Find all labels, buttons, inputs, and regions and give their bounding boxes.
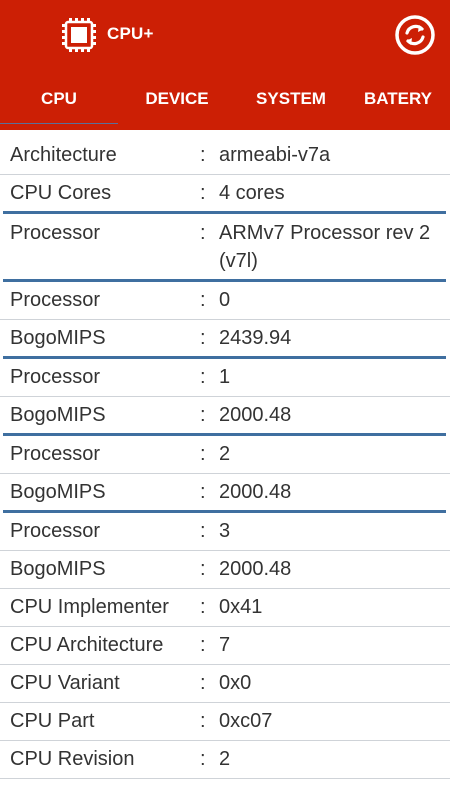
- info-separator: :: [200, 443, 206, 465]
- info-separator: :: [200, 144, 206, 166]
- info-value: 0xc07: [219, 710, 273, 732]
- info-separator: :: [200, 520, 206, 542]
- row-divider: [0, 778, 450, 779]
- info-value: 0x0: [219, 672, 252, 694]
- app-title: CPU+: [107, 24, 154, 43]
- info-row-processor-2: Processor : 2: [0, 436, 450, 473]
- info-separator: :: [200, 672, 206, 694]
- info-key: CPU Cores: [10, 182, 112, 204]
- info-key: Processor: [10, 520, 101, 542]
- info-row-bogomips-0: BogoMIPS : 2439.94: [0, 320, 450, 356]
- info-key: CPU Revision: [10, 748, 135, 770]
- tab-system[interactable]: SYSTEM: [236, 78, 346, 123]
- info-key: CPU Part: [10, 710, 95, 732]
- tab-cpu[interactable]: CPU: [0, 78, 118, 123]
- info-value: 2: [219, 443, 231, 465]
- info-separator: :: [200, 289, 206, 311]
- info-value: 2000.48: [219, 404, 292, 426]
- refresh-icon[interactable]: [393, 13, 437, 57]
- info-separator: :: [200, 634, 206, 656]
- info-value: 2439.94: [219, 327, 292, 349]
- tab-batery[interactable]: BATERY: [346, 78, 450, 123]
- info-row-bogomips-2: BogoMIPS : 2000.48: [0, 474, 450, 510]
- info-key: Processor: [10, 289, 101, 311]
- info-key: BogoMIPS: [10, 404, 106, 426]
- info-separator: :: [200, 327, 206, 349]
- info-key: BogoMIPS: [10, 327, 106, 349]
- info-row-bogomips-1: BogoMIPS : 2000.48: [0, 397, 450, 433]
- info-key: BogoMIPS: [10, 481, 106, 503]
- tab-bar-bottom-strip: [0, 124, 450, 130]
- info-row-cpu-cores: CPU Cores : 4 cores: [0, 175, 450, 211]
- info-row-processor-1: Processor : 1: [0, 359, 450, 396]
- info-value: 2: [219, 748, 231, 770]
- info-key: BogoMIPS: [10, 558, 106, 580]
- info-separator: :: [200, 596, 206, 618]
- info-value: 0: [219, 289, 231, 311]
- info-value: 2000.48: [219, 558, 292, 580]
- info-separator: :: [200, 710, 206, 732]
- chip-icon: [62, 18, 96, 52]
- info-row-processor-0: Processor : 0: [0, 282, 450, 319]
- info-row-cpu-implementer: CPU Implementer : 0x41: [0, 589, 450, 626]
- info-row-bogomips-3: BogoMIPS : 2000.48: [0, 551, 450, 588]
- info-key: CPU Architecture: [10, 634, 164, 656]
- info-row-processor-3: Processor : 3: [0, 513, 450, 550]
- info-key: Architecture: [10, 144, 117, 166]
- info-key: Processor: [10, 443, 101, 465]
- info-separator: :: [200, 366, 206, 388]
- info-separator: :: [200, 481, 206, 503]
- info-separator: :: [200, 182, 206, 204]
- info-value: 3: [219, 520, 231, 542]
- info-value: armeabi-v7a: [219, 144, 331, 166]
- info-row-cpu-part: CPU Part : 0xc07: [0, 703, 450, 740]
- info-key: Processor: [10, 222, 101, 244]
- info-value: ARMv7 Processor rev 2 (v7l): [219, 222, 431, 272]
- info-separator: :: [200, 404, 206, 426]
- tab-bar: CPU DEVICE SYSTEM BATERY: [0, 78, 450, 130]
- info-row-cpu-variant: CPU Variant : 0x0: [0, 665, 450, 702]
- info-key: Processor: [10, 366, 101, 388]
- app-bar: CPU+: [0, 0, 450, 78]
- info-row-cpu-revision: CPU Revision : 2: [0, 741, 450, 778]
- info-value: 4 cores: [219, 182, 285, 204]
- info-row-processor-name: Processor : ARMv7 Processor rev 2 (v7l): [0, 214, 450, 279]
- info-value: 2000.48: [219, 481, 292, 503]
- info-value: 1: [219, 366, 231, 388]
- info-value: 7: [219, 634, 231, 656]
- tab-device[interactable]: DEVICE: [118, 78, 236, 123]
- info-key: CPU Implementer: [10, 596, 169, 618]
- cpu-info-list: Architecture : armeabi-v7a CPU Cores : 4…: [0, 137, 450, 779]
- info-row-architecture: Architecture : armeabi-v7a: [0, 137, 450, 174]
- info-separator: :: [200, 748, 206, 770]
- info-value: 0x41: [219, 596, 263, 618]
- info-separator: :: [200, 222, 206, 244]
- info-key: CPU Variant: [10, 672, 120, 694]
- info-separator: :: [200, 558, 206, 580]
- info-row-cpu-architecture: CPU Architecture : 7: [0, 627, 450, 664]
